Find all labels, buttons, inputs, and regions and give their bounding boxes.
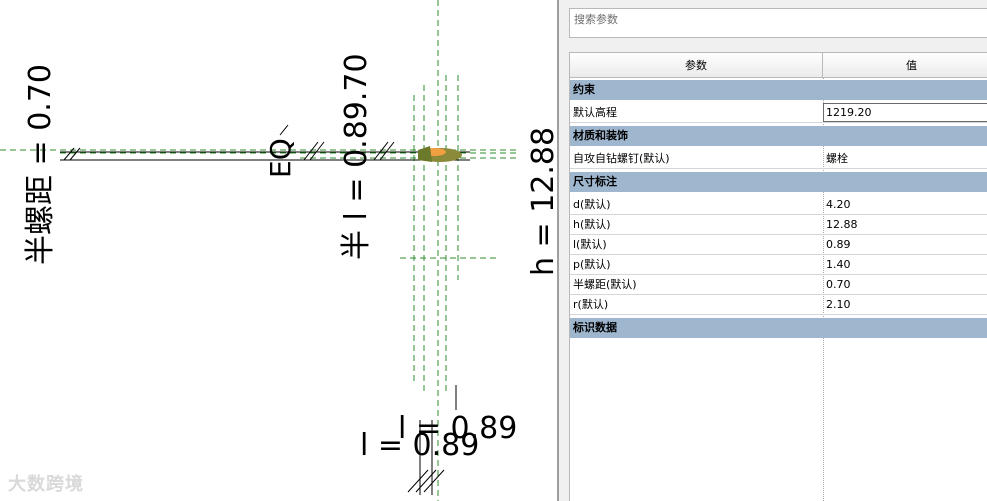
search-input[interactable]: 搜索参数 bbox=[569, 8, 987, 38]
parameter-name: l(默认) bbox=[573, 238, 607, 251]
parameter-name: d(默认) bbox=[573, 198, 611, 211]
parameter-row[interactable]: d(默认) 4.20 bbox=[570, 195, 987, 215]
parameter-row[interactable]: h(默认) 12.88 bbox=[570, 215, 987, 235]
parameter-name: 默认高程 bbox=[573, 106, 617, 119]
dim-half-l[interactable]: 半 l = 0.89.70 bbox=[339, 53, 374, 260]
dim-eq[interactable]: EQ bbox=[264, 138, 297, 178]
group-header[interactable]: 标识数据 bbox=[570, 318, 987, 338]
properties-panel: 搜索参数 参数 值 约束默认高程 1219.20 材质和装饰自攻自钻螺钉(默认) 螺栓… bbox=[559, 0, 987, 501]
parameter-value[interactable]: 12.88 bbox=[826, 215, 858, 234]
drawing-svg: 半螺距 = 0.70 EQ 半 l = 0.89.70 h = 12.88 l … bbox=[0, 0, 557, 501]
parameter-value[interactable]: 2.10 bbox=[826, 295, 851, 314]
parameter-name: r(默认) bbox=[573, 298, 609, 311]
screw-symbol[interactable] bbox=[418, 146, 462, 162]
dim-l-front[interactable]: l = 0.89 bbox=[398, 411, 517, 446]
group-header[interactable]: 材质和装饰 bbox=[570, 126, 987, 146]
parameter-row[interactable]: 自攻自钻螺钉(默认) 螺栓 bbox=[570, 149, 987, 169]
parameter-name: h(默认) bbox=[573, 218, 611, 231]
parameter-value[interactable]: 0.89 bbox=[826, 235, 851, 254]
parameter-value-input[interactable]: 1219.20 bbox=[823, 103, 987, 122]
group-header[interactable]: 约束 bbox=[570, 80, 987, 100]
parameter-value[interactable]: 1.40 bbox=[826, 255, 851, 274]
column-header-param[interactable]: 参数 bbox=[570, 53, 823, 78]
parameter-value[interactable]: 4.20 bbox=[826, 195, 851, 214]
parameter-row[interactable]: p(默认) 1.40 bbox=[570, 255, 987, 275]
group-header[interactable]: 尺寸标注 bbox=[570, 172, 987, 192]
column-header-value[interactable]: 值 bbox=[823, 53, 987, 78]
parameter-name: p(默认) bbox=[573, 258, 611, 271]
parameter-grid: 参数 值 约束默认高程 1219.20 材质和装饰自攻自钻螺钉(默认) 螺栓尺寸标注 d… bbox=[569, 52, 987, 501]
parameter-value[interactable]: 0.70 bbox=[826, 275, 851, 294]
dim-half-pitch[interactable]: 半螺距 = 0.70 bbox=[23, 64, 58, 265]
watermark-logo: 大数跨境 bbox=[8, 474, 84, 495]
drawing-canvas[interactable]: 半螺距 = 0.70 EQ 半 l = 0.89.70 h = 12.88 l … bbox=[0, 0, 557, 501]
parameter-name: 自攻自钻螺钉(默认) bbox=[573, 152, 670, 165]
parameter-row[interactable]: 默认高程 1219.20 bbox=[570, 103, 987, 123]
parameter-name: 半螺距(默认) bbox=[573, 278, 637, 291]
parameter-value[interactable]: 螺栓 bbox=[826, 149, 848, 168]
parameter-row[interactable]: 半螺距(默认) 0.70 bbox=[570, 275, 987, 295]
parameter-row[interactable]: r(默认) 2.10 bbox=[570, 295, 987, 315]
parameter-row[interactable]: l(默认) 0.89 bbox=[570, 235, 987, 255]
dim-h[interactable]: h = 12.88 bbox=[526, 127, 557, 276]
